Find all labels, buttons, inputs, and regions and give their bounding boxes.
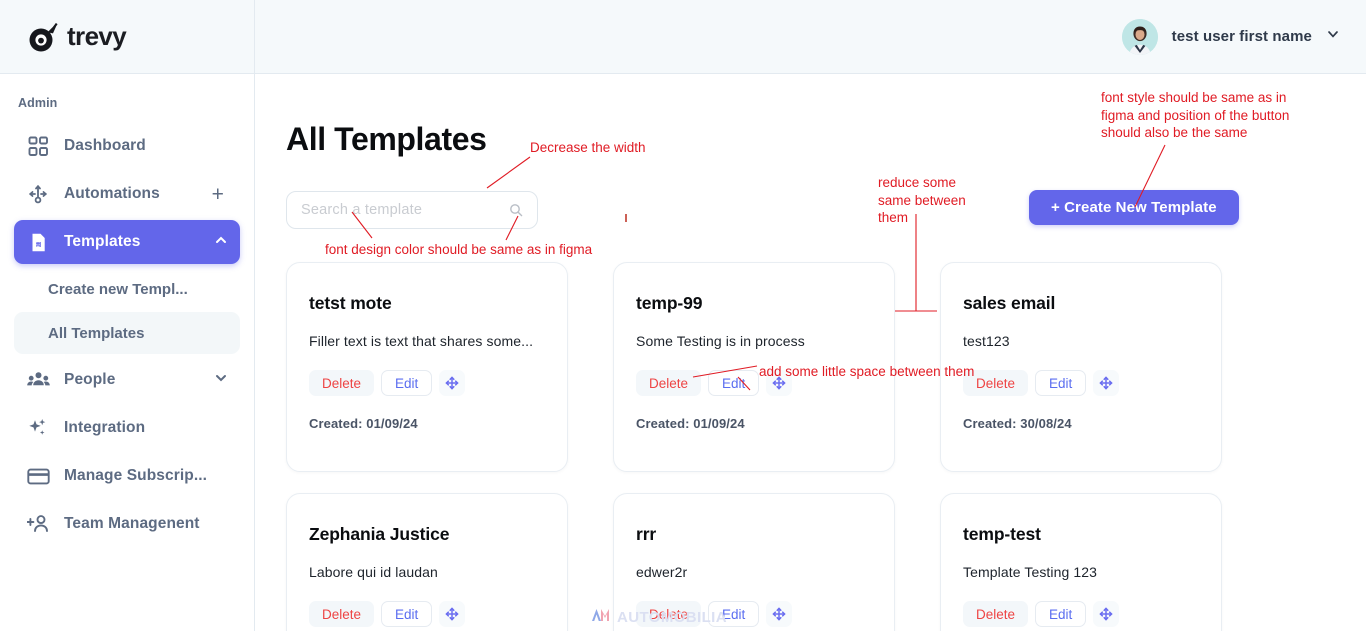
- sidebar-item-manage-subscription[interactable]: Manage Subscrip...: [14, 454, 240, 498]
- sidebar: trevy Admin Dashboard Automations + Temp…: [0, 0, 255, 631]
- sidebar-item-automations[interactable]: Automations +: [14, 172, 240, 216]
- sidebar-item-label: Manage Subscrip...: [64, 467, 208, 484]
- card-description: Some Testing is in process: [636, 333, 805, 349]
- user-menu[interactable]: test user first name: [1121, 18, 1340, 55]
- template-card[interactable]: temp-test Template Testing 123 Delete Ed…: [940, 493, 1222, 631]
- top-header: test user first name: [255, 0, 1366, 74]
- main-content: All Templates + Create New Template tets…: [255, 74, 1366, 631]
- edit-button[interactable]: Edit: [708, 370, 760, 396]
- search-icon[interactable]: [509, 203, 523, 217]
- delete-button[interactable]: Delete: [636, 370, 702, 396]
- move-arrows-icon[interactable]: [1093, 601, 1120, 627]
- delete-button[interactable]: Delete: [309, 370, 375, 396]
- automation-nodes-icon: [26, 182, 50, 206]
- card-title: tetst mote: [309, 293, 392, 313]
- chevron-up-icon[interactable]: [214, 233, 228, 252]
- search-box[interactable]: [286, 191, 538, 229]
- card-created-date: Created: 01/09/24: [309, 416, 418, 431]
- card-actions: Delete Edit: [963, 601, 1199, 627]
- am-logo-icon: [591, 607, 611, 628]
- card-description: Labore qui id laudan: [309, 564, 438, 580]
- move-arrows-icon[interactable]: [439, 370, 466, 396]
- edit-button[interactable]: Edit: [381, 370, 433, 396]
- card-description: test123: [963, 333, 1010, 349]
- templates-grid: tetst mote Filler text is text that shar…: [286, 262, 1335, 631]
- sidebar-item-label: Templates: [64, 233, 141, 250]
- sidebar-subitem-label: Create new Templ...: [48, 280, 188, 298]
- grid-dashboard-icon: [26, 134, 50, 158]
- card-description: edwer2r: [636, 564, 688, 580]
- sidebar-item-label: Integration: [64, 419, 146, 436]
- sidebar-item-integration[interactable]: Integration: [14, 406, 240, 450]
- template-card[interactable]: sales email test123 Delete Edit Created:…: [940, 262, 1222, 472]
- chevron-down-icon[interactable]: [214, 371, 228, 390]
- move-arrows-icon[interactable]: [1093, 370, 1120, 396]
- add-person-icon: [26, 512, 50, 536]
- card-created-date: Created: 30/08/24: [963, 416, 1072, 431]
- credit-card-icon: [26, 464, 50, 488]
- card-title: Zephania Justice: [309, 524, 450, 544]
- card-title: temp-test: [963, 524, 1041, 544]
- create-new-template-button[interactable]: + Create New Template: [1029, 190, 1239, 225]
- watermark: AUTOMOBILIA: [591, 607, 727, 628]
- sidebar-item-label: Automations: [64, 185, 160, 202]
- page-title: All Templates: [286, 121, 487, 157]
- search-input[interactable]: [301, 202, 509, 218]
- move-arrows-icon[interactable]: [766, 601, 793, 627]
- add-automation-plus-icon[interactable]: +: [212, 184, 228, 205]
- trevy-bomb-logo-icon: [26, 20, 60, 54]
- card-actions: Delete Edit: [636, 370, 872, 396]
- card-actions: Delete Edit: [309, 601, 545, 627]
- sidebar-item-label: Dashboard: [64, 137, 146, 154]
- delete-button[interactable]: Delete: [963, 370, 1029, 396]
- sidebar-section-admin: Admin: [18, 96, 58, 110]
- chevron-down-icon[interactable]: [1326, 27, 1340, 46]
- sparkles-icon: [26, 416, 50, 440]
- sidebar-subitem-create-new-template[interactable]: Create new Templ...: [14, 268, 240, 310]
- move-arrows-icon[interactable]: [766, 370, 793, 396]
- delete-button[interactable]: Delete: [309, 601, 375, 627]
- sidebar-item-dashboard[interactable]: Dashboard: [14, 124, 240, 168]
- sidebar-item-templates[interactable]: Templates: [14, 220, 240, 264]
- card-description: Filler text is text that shares some...: [309, 333, 534, 349]
- template-card[interactable]: tetst mote Filler text is text that shar…: [286, 262, 568, 472]
- brand-header: trevy: [0, 0, 254, 74]
- brand-name: trevy: [67, 21, 127, 51]
- edit-button[interactable]: Edit: [381, 601, 433, 627]
- brand-logo[interactable]: trevy: [26, 20, 127, 54]
- template-card[interactable]: Zephania Justice Labore qui id laudan De…: [286, 493, 568, 631]
- sidebar-item-team-management[interactable]: Team Managenent: [14, 502, 240, 546]
- sidebar-item-people[interactable]: People: [14, 358, 240, 402]
- people-group-icon: [26, 368, 50, 392]
- edit-button[interactable]: Edit: [1035, 601, 1087, 627]
- user-name-label: test user first name: [1171, 28, 1312, 45]
- sidebar-subitem-all-templates[interactable]: All Templates: [14, 312, 240, 354]
- document-template-icon: [26, 230, 50, 254]
- sidebar-item-label: Team Managenent: [64, 515, 200, 532]
- card-title: sales email: [963, 293, 1056, 313]
- card-title: rrr: [636, 524, 657, 544]
- sidebar-nav: Admin Dashboard Automations + Templates …: [0, 74, 254, 546]
- avatar: [1121, 18, 1158, 55]
- card-actions: Delete Edit: [309, 370, 545, 396]
- watermark-text: AUTOMOBILIA: [617, 609, 727, 626]
- card-title: temp-99: [636, 293, 703, 313]
- sidebar-item-label: People: [64, 371, 116, 388]
- delete-button[interactable]: Delete: [963, 601, 1029, 627]
- card-description: Template Testing 123: [963, 564, 1098, 580]
- move-arrows-icon[interactable]: [439, 601, 466, 627]
- app-root: trevy Admin Dashboard Automations + Temp…: [0, 0, 1366, 631]
- card-created-date: Created: 01/09/24: [636, 416, 745, 431]
- sidebar-subitem-label: All Templates: [48, 324, 145, 342]
- card-actions: Delete Edit: [963, 370, 1199, 396]
- template-card[interactable]: temp-99 Some Testing is in process Delet…: [613, 262, 895, 472]
- edit-button[interactable]: Edit: [1035, 370, 1087, 396]
